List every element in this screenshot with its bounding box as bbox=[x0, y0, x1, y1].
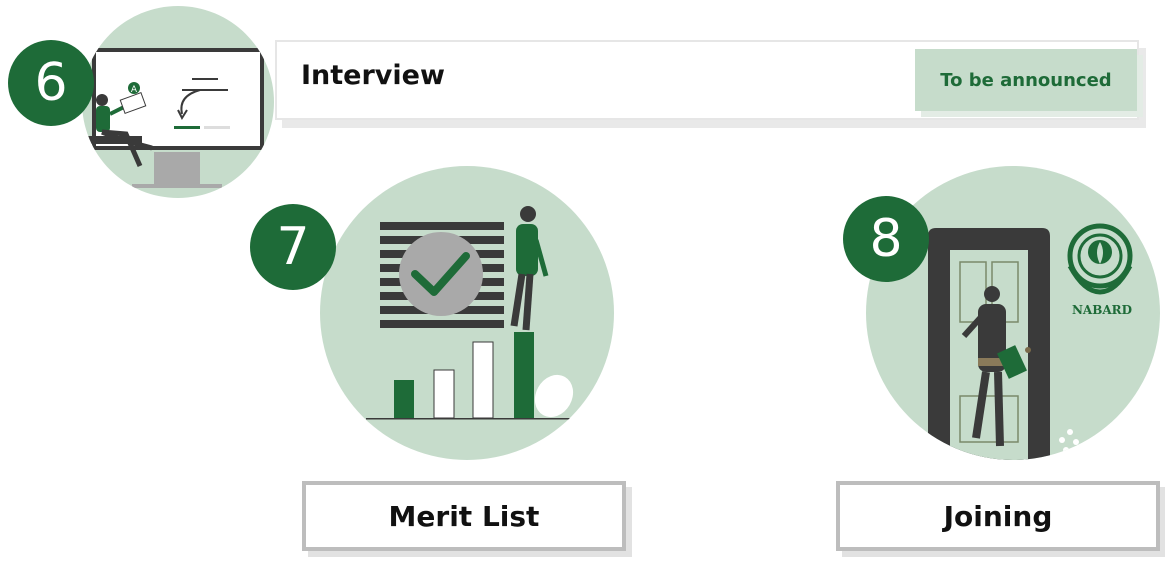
interview-illustration: A bbox=[82, 48, 264, 188]
interview-illustration-circle: A bbox=[82, 6, 274, 198]
interview-card: Interview To be announced bbox=[275, 40, 1139, 120]
nabard-logo-text: NABARD bbox=[1072, 303, 1132, 317]
interview-status-badge: To be announced bbox=[915, 49, 1137, 111]
step-6-badge: 6 bbox=[8, 40, 94, 126]
merit-list-label: Merit List bbox=[302, 481, 626, 551]
step-7-badge: 7 bbox=[250, 204, 336, 290]
nabard-logo: NABARD bbox=[1067, 223, 1133, 317]
joining-label: Joining bbox=[836, 481, 1160, 551]
merit-list-illustration bbox=[366, 206, 574, 420]
screen-letter-a: A bbox=[131, 85, 138, 95]
step-8-badge: 8 bbox=[843, 196, 929, 282]
merit-list-illustration-circle bbox=[320, 166, 614, 460]
interview-title: Interview bbox=[301, 60, 445, 91]
